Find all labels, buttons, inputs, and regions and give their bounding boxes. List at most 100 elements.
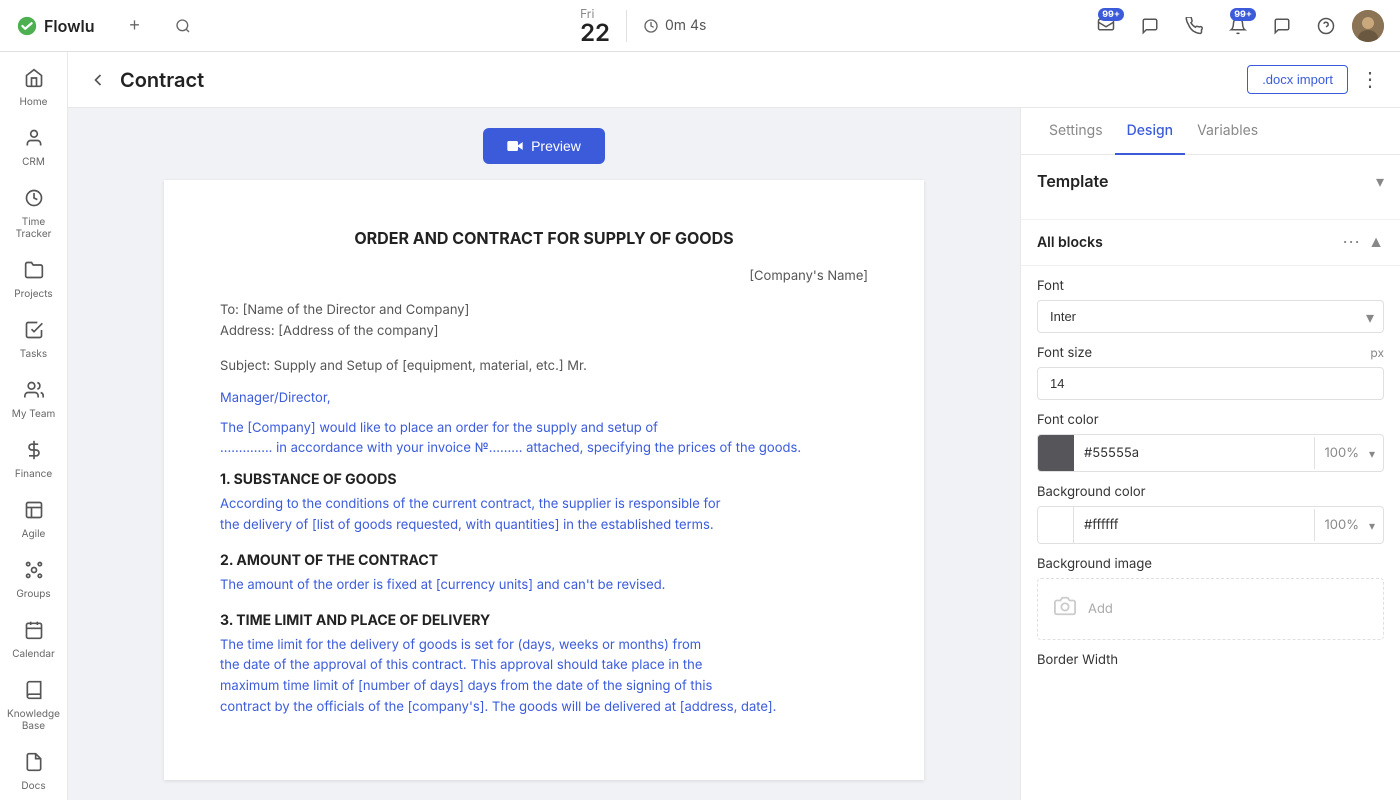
- bg-color-label: Background color: [1037, 484, 1384, 500]
- section3-title: 3. TIME LIMIT AND PLACE OF DELIVERY: [220, 612, 868, 629]
- sidebar-item-calendar[interactable]: Calendar: [4, 612, 64, 668]
- section2-title: 2. AMOUNT OF THE CONTRACT: [220, 552, 868, 569]
- section3-body: The time limit for the delivery of goods…: [220, 635, 868, 718]
- page-header: Contract .docx import ⋮: [68, 52, 1400, 108]
- tab-variables[interactable]: Variables: [1185, 108, 1270, 155]
- logo[interactable]: Flowlu: [16, 15, 95, 37]
- sidebar-item-crm[interactable]: CRM: [4, 120, 64, 176]
- my-team-icon: [24, 380, 44, 405]
- section1-body: According to the conditions of the curre…: [220, 494, 868, 536]
- to-line: To: [Name of the Director and Company]: [220, 300, 868, 321]
- bg-color-swatch[interactable]: [1038, 507, 1074, 543]
- tab-design[interactable]: Design: [1115, 108, 1186, 155]
- logo-icon: [16, 15, 38, 37]
- bg-image-label: Background image: [1037, 556, 1384, 572]
- preview-icon: [507, 138, 523, 154]
- docx-import-button[interactable]: .docx import: [1247, 65, 1348, 94]
- sidebar-item-label: CRM: [22, 156, 45, 168]
- font-group: Font Inter Arial Helvetica Georgia ▾: [1021, 266, 1400, 345]
- font-size-label: Font size px: [1037, 345, 1384, 361]
- font-select[interactable]: Inter Arial Helvetica Georgia: [1037, 300, 1384, 333]
- address-line: Address: [Address of the company]: [220, 321, 868, 342]
- sidebar-item-label: Home: [19, 96, 47, 108]
- projects-icon: [24, 260, 44, 285]
- sidebar-item-knowledge-base[interactable]: Knowledge Base: [4, 672, 64, 740]
- sidebar-item-projects[interactable]: Projects: [4, 252, 64, 308]
- calendar-icon: [24, 620, 44, 645]
- bg-image-add-label: Add: [1088, 601, 1113, 617]
- document-main-title: ORDER AND CONTRACT FOR SUPPLY OF GOODS: [220, 228, 868, 248]
- blocks-more-button[interactable]: ⋯: [1342, 232, 1360, 253]
- right-panel: Settings Design Variables Template ▾ All…: [1020, 108, 1400, 800]
- more-options-button[interactable]: ⋮: [1360, 67, 1380, 92]
- messages-button[interactable]: [1264, 8, 1300, 44]
- page-title: Contract: [120, 68, 1235, 92]
- font-color-chevron-icon[interactable]: ▾: [1369, 446, 1383, 461]
- sidebar-item-label: Agile: [22, 528, 46, 540]
- date-display: Fri 22: [580, 6, 610, 45]
- section2-body: The amount of the order is fixed at [cur…: [220, 575, 868, 596]
- sidebar-item-my-team[interactable]: My Team: [4, 372, 64, 428]
- tab-settings[interactable]: Settings: [1037, 108, 1115, 155]
- notifications-badge: 99+: [1230, 8, 1256, 21]
- notifications-button[interactable]: 99+: [1220, 8, 1256, 44]
- sidebar-item-groups[interactable]: Groups: [4, 552, 64, 608]
- sidebar-item-tasks[interactable]: Tasks: [4, 312, 64, 368]
- bg-color-chevron-icon[interactable]: ▾: [1369, 518, 1383, 533]
- document-paper: ORDER AND CONTRACT FOR SUPPLY OF GOODS […: [164, 180, 924, 780]
- bg-color-group: Background color #ffffff 100% ▾: [1021, 484, 1400, 556]
- document-body1: The [Company] would like to place an ord…: [220, 418, 868, 460]
- sidebar-item-time-tracker[interactable]: Time Tracker: [4, 180, 64, 248]
- all-blocks-header: All blocks ⋯ ▲: [1021, 220, 1400, 266]
- home-icon: [24, 68, 44, 93]
- avatar[interactable]: [1352, 10, 1384, 42]
- chat-button[interactable]: [1132, 8, 1168, 44]
- bg-image-group: Background image Add: [1021, 556, 1400, 652]
- preview-bar: Preview: [68, 128, 1020, 164]
- bg-image-upload-area[interactable]: Add: [1037, 578, 1384, 640]
- template-section: Template ▾: [1021, 155, 1400, 220]
- document-company-name: [Company's Name]: [220, 268, 868, 284]
- bg-color-hex: #ffffff: [1074, 509, 1314, 541]
- search-button[interactable]: [167, 10, 199, 42]
- section1-title: 1. SUBSTANCE OF GOODS: [220, 471, 868, 488]
- font-color-swatch[interactable]: [1038, 435, 1074, 471]
- time-tracker-icon: [24, 188, 44, 213]
- template-chevron-icon[interactable]: ▾: [1376, 171, 1384, 191]
- blocks-collapse-button[interactable]: ▲: [1368, 234, 1384, 252]
- font-color-alpha[interactable]: 100%: [1314, 437, 1369, 469]
- sidebar-item-agile[interactable]: Agile: [4, 492, 64, 548]
- sidebar-item-docs[interactable]: Docs: [4, 744, 64, 800]
- groups-icon: [24, 560, 44, 585]
- camera-icon: [1054, 595, 1076, 623]
- content-area: Contract .docx import ⋮ Preview ORDER AN…: [68, 52, 1400, 800]
- blocks-actions: ⋯ ▲: [1342, 232, 1384, 253]
- document-address-block: To: [Name of the Director and Company] A…: [220, 300, 868, 342]
- sidebar-item-finance[interactable]: Finance: [4, 432, 64, 488]
- timer-text: 0m 4s: [665, 17, 706, 34]
- document-pane: Preview ORDER AND CONTRACT FOR SUPPLY OF…: [68, 108, 1020, 800]
- template-section-title: Template: [1037, 171, 1109, 191]
- nav-right: 99+ 99+: [1088, 8, 1384, 44]
- font-size-input[interactable]: [1037, 367, 1384, 400]
- sidebar-item-home[interactable]: Home: [4, 60, 64, 116]
- preview-button[interactable]: Preview: [483, 128, 605, 164]
- sidebar-item-label: Projects: [14, 288, 52, 300]
- back-button[interactable]: [88, 70, 108, 90]
- phone-button[interactable]: [1176, 8, 1212, 44]
- font-color-row: #55555a 100% ▾: [1037, 434, 1384, 472]
- right-panel-tabs: Settings Design Variables: [1021, 108, 1400, 155]
- sidebar-item-label: Time Tracker: [8, 216, 60, 240]
- inbox-button[interactable]: 99+: [1088, 8, 1124, 44]
- nav-center: Fri 22 0m 4s: [215, 6, 1072, 45]
- nav-divider: [626, 10, 627, 42]
- tasks-icon: [24, 320, 44, 345]
- add-button[interactable]: +: [119, 10, 151, 42]
- sidebar-item-label: Knowledge Base: [7, 708, 60, 732]
- document-salutation: Manager/Director,: [220, 390, 868, 406]
- bg-color-alpha[interactable]: 100%: [1314, 509, 1369, 541]
- font-size-unit: px: [1370, 345, 1384, 361]
- font-color-group: Font color #55555a 100% ▾: [1021, 412, 1400, 484]
- main-layout: Home CRM Time Tracker Projects Tasks: [0, 52, 1400, 800]
- help-button[interactable]: [1308, 8, 1344, 44]
